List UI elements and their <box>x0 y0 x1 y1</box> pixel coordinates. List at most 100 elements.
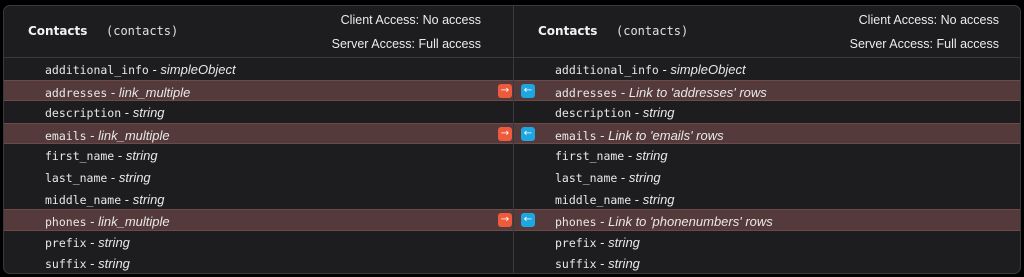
field-name: description <box>45 106 122 121</box>
field-type: Link to 'addresses' rows <box>628 84 767 100</box>
arrow-right-icon[interactable]: → <box>498 83 512 98</box>
right-table-header: Contacts (contacts) Client Access: No ac… <box>514 6 1020 58</box>
field-type: string <box>642 105 675 121</box>
field-row: last_name - string <box>514 166 1020 188</box>
field-name: middle_name <box>45 192 122 207</box>
field-type: Link to 'phonenumbers' rows <box>608 214 773 230</box>
field-separator: - <box>86 214 99 230</box>
field-separator: - <box>114 148 126 164</box>
field-name: emails <box>555 128 597 143</box>
field-type: string <box>125 148 158 164</box>
field-row: emails - Link to 'emails' rows ← <box>514 122 1020 145</box>
client-access-label: Client Access: No access <box>858 13 999 27</box>
field-entry: prefix - string <box>45 234 130 252</box>
field-row: prefix - string <box>4 231 513 253</box>
field-row: first_name - string <box>4 144 513 166</box>
field-type: string <box>635 148 668 164</box>
arrow-right-icon[interactable]: → <box>498 213 512 228</box>
field-separator: - <box>596 214 609 230</box>
field-entry: phones - link_multiple <box>45 213 170 231</box>
field-separator: - <box>631 105 643 121</box>
field-row: additional_info - simpleObject <box>4 58 513 80</box>
table-id: (contacts) <box>616 24 689 38</box>
field-entry: description - string <box>45 104 165 122</box>
field-name: suffix <box>555 257 597 272</box>
field-row: prefix - string <box>514 231 1020 253</box>
field-name: first_name <box>555 149 625 164</box>
field-entry: emails - link_multiple <box>45 127 170 145</box>
field-entry: addresses - Link to 'addresses' rows <box>555 84 767 102</box>
field-entry: addresses - link_multiple <box>45 84 190 102</box>
field-entry: first_name - string <box>555 147 668 165</box>
field-entry: first_name - string <box>45 147 158 165</box>
field-separator: - <box>624 148 636 164</box>
field-type: link_multiple <box>118 84 191 100</box>
field-entry: suffix - string <box>45 255 130 273</box>
table-id: (contacts) <box>106 24 179 38</box>
field-row: first_name - string <box>514 144 1020 166</box>
field-type: string <box>132 191 165 207</box>
field-separator: - <box>86 234 99 250</box>
field-row: description - string <box>4 101 513 123</box>
field-separator: - <box>107 84 119 100</box>
field-name: emails <box>45 128 87 143</box>
field-separator: - <box>121 105 133 121</box>
field-type: string <box>118 169 151 185</box>
field-name: last_name <box>45 170 108 185</box>
field-name: additional_info <box>45 63 149 77</box>
left-table-header: Contacts (contacts) Client Access: No ac… <box>4 6 513 58</box>
field-type: simpleObject <box>670 62 746 77</box>
table-title: Contacts <box>538 24 598 38</box>
field-row: last_name - string <box>4 166 513 188</box>
field-name: first_name <box>45 149 115 164</box>
left-schema-panel: Contacts (contacts) Client Access: No ac… <box>4 6 513 273</box>
arrow-left-icon[interactable]: ← <box>521 213 535 228</box>
field-entry: middle_name - string <box>45 191 165 209</box>
field-separator: - <box>617 169 629 185</box>
field-entry: last_name - string <box>45 169 151 187</box>
field-entry: middle_name - string <box>555 191 675 209</box>
client-access-label: Client Access: No access <box>340 13 481 27</box>
field-separator: - <box>631 191 643 207</box>
field-type: string <box>628 169 661 185</box>
field-type: Link to 'emails' rows <box>608 127 724 143</box>
field-type: string <box>642 191 675 207</box>
field-separator: - <box>658 62 671 77</box>
field-row: middle_name - string <box>4 188 513 210</box>
server-access-label: Server Access: Full access <box>849 37 999 51</box>
field-separator: - <box>86 256 99 272</box>
field-separator: - <box>148 62 161 77</box>
field-type: string <box>608 256 640 272</box>
field-name: middle_name <box>555 192 632 207</box>
field-name: description <box>555 106 632 121</box>
field-name: prefix <box>555 235 597 250</box>
field-entry: description - string <box>555 104 675 122</box>
field-row: suffix - string <box>4 252 513 273</box>
field-separator: - <box>107 169 119 185</box>
field-type: string <box>132 105 165 121</box>
left-field-list: additional_info - simpleObject addresses … <box>4 58 513 273</box>
field-name: phones <box>45 215 87 230</box>
right-field-list: additional_info - simpleObject addresses … <box>514 58 1020 273</box>
arrow-left-icon[interactable]: ← <box>521 83 535 98</box>
field-type: string <box>608 234 640 250</box>
field-name: addresses <box>555 85 618 100</box>
arrow-left-icon[interactable]: ← <box>521 126 535 141</box>
field-row: suffix - string <box>514 252 1020 273</box>
field-entry: additional_info - simpleObject <box>555 61 746 79</box>
field-entry: last_name - string <box>555 169 661 187</box>
field-separator: - <box>121 191 133 207</box>
field-entry: prefix - string <box>555 234 640 252</box>
field-name: prefix <box>45 235 87 250</box>
field-row: addresses - link_multiple → <box>4 79 513 102</box>
field-row: phones - Link to 'phonenumbers' rows ← <box>514 209 1020 231</box>
right-schema-panel: Contacts (contacts) Client Access: No ac… <box>514 6 1020 273</box>
field-name: last_name <box>555 170 618 185</box>
field-row: addresses - Link to 'addresses' rows ← <box>514 79 1020 102</box>
field-separator: - <box>596 234 609 250</box>
arrow-right-icon[interactable]: → <box>498 126 512 141</box>
field-entry: additional_info - simpleObject <box>45 61 236 79</box>
server-access-label: Server Access: Full access <box>331 37 481 51</box>
field-type: string <box>98 256 130 272</box>
field-name: phones <box>555 215 597 230</box>
